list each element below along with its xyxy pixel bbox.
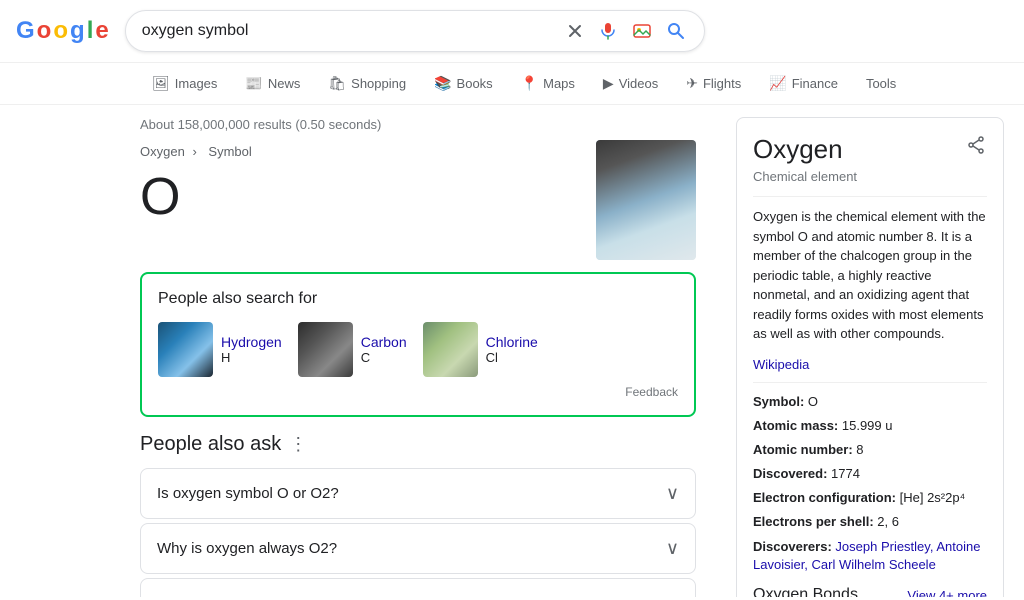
chevron-down-icon-2: ∨ xyxy=(666,538,679,559)
voice-search-button[interactable] xyxy=(596,19,620,43)
wikipedia-link[interactable]: Wikipedia xyxy=(753,357,809,372)
kp-divider-2 xyxy=(753,382,987,383)
hydrogen-link[interactable]: Hydrogen xyxy=(221,334,282,350)
sidebar: Oxygen Chemical element Oxygen is the ch… xyxy=(720,105,1020,597)
search-items-list: Hydrogen H Carbon C Chlorine Cl xyxy=(158,322,678,377)
chlorine-symbol: Cl xyxy=(486,350,538,365)
kp-title: Oxygen xyxy=(753,134,843,165)
accordion-question-3: What O2 means? xyxy=(157,595,274,597)
search-item-carbon[interactable]: Carbon C xyxy=(298,322,407,377)
search-button[interactable] xyxy=(664,19,688,43)
search-bar xyxy=(125,10,705,52)
search-item-hydrogen[interactable]: Hydrogen H xyxy=(158,322,282,377)
kp-fact-atomic-number: Atomic number: 8 xyxy=(753,441,987,459)
tab-images[interactable]: 🖼 Images xyxy=(140,67,229,100)
tab-finance[interactable]: 📈 Finance xyxy=(757,67,850,100)
knowledge-panel: Oxygen Chemical element Oxygen is the ch… xyxy=(736,117,1004,597)
featured-image[interactable] xyxy=(596,140,696,260)
result-stats: About 158,000,000 results (0.50 seconds) xyxy=(140,117,696,132)
news-icon: 📰 xyxy=(245,75,262,92)
maps-icon: 📍 xyxy=(521,75,538,92)
image-search-button[interactable] xyxy=(630,19,654,43)
main-content: About 158,000,000 results (0.50 seconds)… xyxy=(0,105,1024,597)
kp-divider-1 xyxy=(753,196,987,197)
accordion-header-2[interactable]: Why is oxygen always O2? ∨ xyxy=(141,524,695,573)
search-item-chlorine[interactable]: Chlorine Cl xyxy=(423,322,538,377)
tab-news[interactable]: 📰 News xyxy=(233,67,312,100)
kp-subtitle: Chemical element xyxy=(753,169,987,184)
chlorine-link[interactable]: Chlorine xyxy=(486,334,538,350)
also-ask-more-options[interactable]: ⋮ xyxy=(289,434,307,455)
kp-description: Oxygen is the chemical element with the … xyxy=(753,207,987,344)
hydrogen-symbol: H xyxy=(221,350,282,365)
books-icon: 📚 xyxy=(434,75,451,92)
bonds-more-link[interactable]: View 4+ more xyxy=(907,588,987,598)
videos-icon: ▶ xyxy=(603,75,614,92)
kp-fact-discoverers: Discoverers: Joseph Priestley, Antoine L… xyxy=(753,538,987,574)
tab-shopping[interactable]: 🛍 Shopping xyxy=(316,67,418,100)
header: Google xyxy=(0,0,1024,63)
people-also-search-box: People also search for Hydrogen H Carbon… xyxy=(140,272,696,417)
flights-icon: ✈ xyxy=(686,75,698,92)
bonds-title: Oxygen Bonds xyxy=(753,586,858,597)
kp-fact-symbol: Symbol: O xyxy=(753,393,987,411)
also-search-title: People also search for xyxy=(158,290,678,308)
feedback-link-1[interactable]: Feedback xyxy=(158,385,678,399)
accordion-item-2: Why is oxygen always O2? ∨ xyxy=(140,523,696,574)
carbon-symbol: C xyxy=(361,350,407,365)
kp-fact-discovered: Discovered: 1774 xyxy=(753,465,987,483)
images-icon: 🖼 xyxy=(152,75,170,92)
tab-maps[interactable]: 📍 Maps xyxy=(509,67,587,100)
shopping-icon: 🛍 xyxy=(328,75,346,92)
chevron-down-icon-1: ∨ xyxy=(666,483,679,504)
google-logo[interactable]: Google xyxy=(16,17,109,45)
tools-button[interactable]: Tools xyxy=(854,68,908,99)
tab-flights[interactable]: ✈ Flights xyxy=(674,67,753,100)
accordion-question-1: Is oxygen symbol O or O2? xyxy=(157,485,339,502)
hydrogen-image xyxy=(158,322,213,377)
clear-search-button[interactable] xyxy=(564,20,586,42)
accordion-item-1: Is oxygen symbol O or O2? ∨ xyxy=(140,468,696,519)
accordion-header-1[interactable]: Is oxygen symbol O or O2? ∨ xyxy=(141,469,695,518)
share-button[interactable] xyxy=(965,134,987,156)
kp-fact-electron-config: Electron configuration: [He] 2s²2p⁴ xyxy=(753,489,987,507)
accordion-header-3[interactable]: What O2 means? ∨ xyxy=(141,579,695,597)
kp-fact-atomic-mass: Atomic mass: 15.999 u xyxy=(753,417,987,435)
carbon-image xyxy=(298,322,353,377)
tab-videos[interactable]: ▶ Videos xyxy=(591,67,670,100)
search-results: About 158,000,000 results (0.50 seconds)… xyxy=(0,105,720,597)
tab-books[interactable]: 📚 Books xyxy=(422,67,505,100)
carbon-link[interactable]: Carbon xyxy=(361,334,407,350)
accordion-item-3: What O2 means? ∨ xyxy=(140,578,696,597)
kp-fact-electrons-per-shell: Electrons per shell: 2, 6 xyxy=(753,513,987,531)
oxygen-symbol-result: Oxygen › Symbol O xyxy=(140,144,696,260)
chevron-down-icon-3: ∨ xyxy=(666,593,679,597)
nav-tabs: 🖼 Images 📰 News 🛍 Shopping 📚 Books 📍 Map… xyxy=(0,63,1024,105)
accordion-question-2: Why is oxygen always O2? xyxy=(157,540,337,557)
people-also-ask: People also ask ⋮ Is oxygen symbol O or … xyxy=(140,433,696,597)
also-ask-title: People also ask xyxy=(140,433,281,456)
finance-icon: 📈 xyxy=(769,75,786,92)
chlorine-image xyxy=(423,322,478,377)
search-input[interactable] xyxy=(142,22,556,40)
